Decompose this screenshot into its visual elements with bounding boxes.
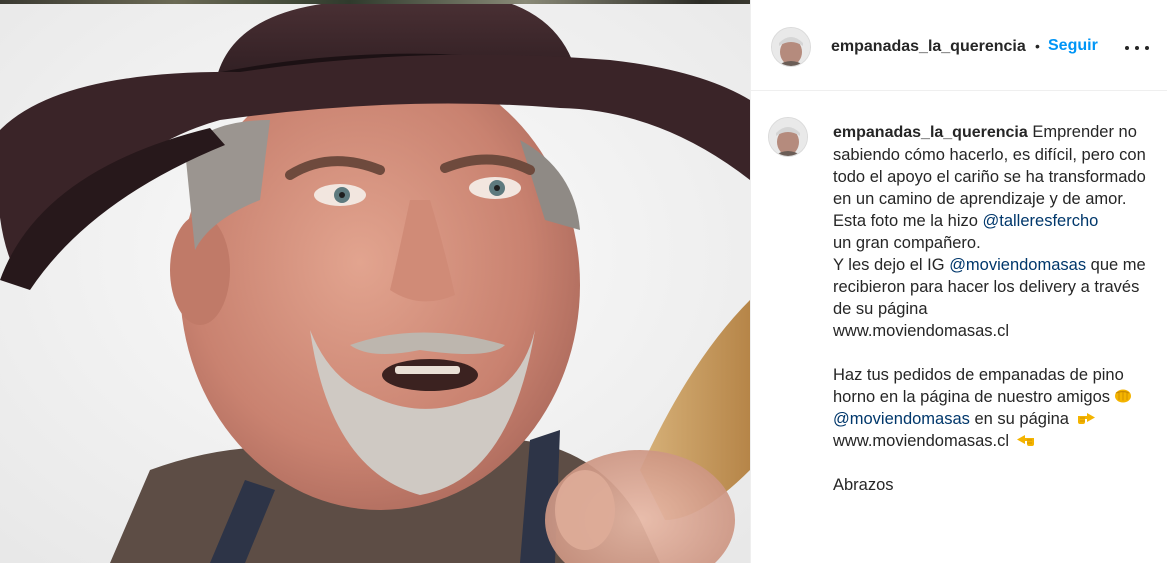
more-dot (1145, 46, 1149, 50)
caption-paragraph: empanadas_la_querencia Emprender no sabi… (833, 121, 1151, 210)
point-right-icon (1077, 413, 1095, 424)
mention-link[interactable]: @talleresfercho (983, 212, 1099, 230)
post-side-panel: empanadas_la_querencia • Seguir empanada… (750, 0, 1167, 563)
caption-text: www.moviendomasas.cl (833, 432, 1014, 450)
caption-paragraph: www.moviendomasas.cl (833, 322, 1010, 340)
post-header: empanadas_la_querencia • Seguir (751, 4, 1167, 91)
header-username[interactable]: empanadas_la_querencia (831, 38, 1026, 56)
mention-link[interactable]: @moviendomasas (833, 410, 970, 428)
post-photo[interactable] (0, 0, 750, 563)
more-dot (1125, 46, 1129, 50)
point-left-icon (1016, 435, 1034, 446)
avatar[interactable] (771, 27, 811, 67)
follow-button[interactable]: Seguir (1048, 37, 1098, 55)
photo-illustration (0, 0, 750, 563)
caption-text: Y les dejo el IG (833, 256, 950, 274)
header-separator: • (1035, 38, 1040, 54)
mention-link[interactable]: @moviendomasas (949, 256, 1086, 274)
caption-paragraph: Abrazos (833, 476, 894, 494)
caption-paragraph: Haz tus pedidos de empanadas de pino hor… (833, 364, 1151, 408)
caption-text: en su página (969, 410, 1074, 428)
more-options-icon[interactable] (1125, 38, 1149, 58)
more-dot (1135, 46, 1139, 50)
profile-photo-icon (772, 28, 810, 66)
caption-text: Haz tus pedidos de empanadas de pino hor… (833, 366, 1124, 406)
caption-paragraph: Esta foto me la hizo @talleresfercho (833, 210, 1151, 232)
caption-paragraph: un gran compañero. (833, 234, 981, 252)
caption-avatar[interactable] (768, 117, 808, 157)
caption-paragraph: Y les dejo el IG @moviendomasas que me r… (833, 254, 1151, 320)
caption-username[interactable]: empanadas_la_querencia (833, 124, 1028, 141)
post-caption: empanadas_la_querencia Emprender no sabi… (833, 121, 1151, 496)
profile-photo-icon (769, 118, 807, 156)
caption-text: Esta foto me la hizo (833, 212, 983, 230)
oncoming-fist-icon (1115, 389, 1132, 403)
caption-paragraph: @moviendomasas en su página (833, 408, 1151, 430)
caption-paragraph: www.moviendomasas.cl (833, 430, 1151, 452)
